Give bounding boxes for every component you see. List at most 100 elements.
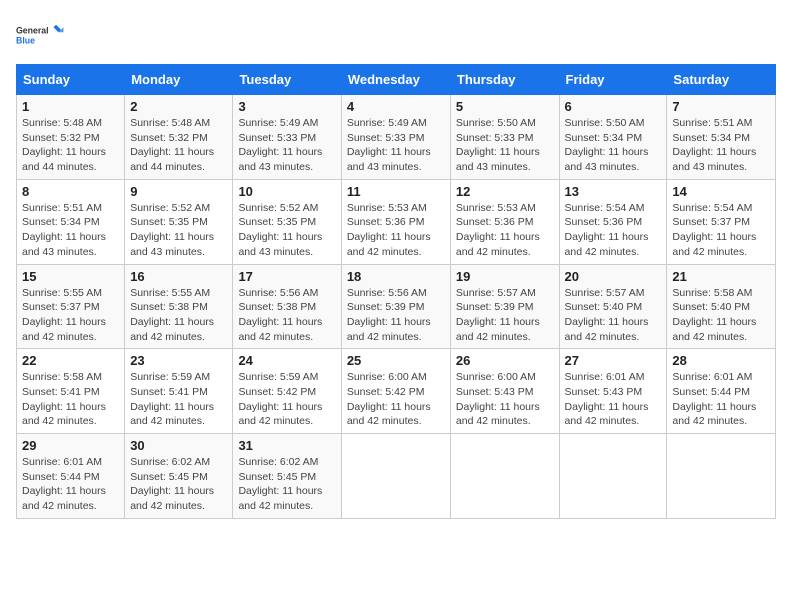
col-header-monday: Monday — [125, 65, 233, 95]
day-number: 28 — [672, 353, 770, 368]
day-detail: Sunrise: 5:49 AM Sunset: 5:33 PM Dayligh… — [238, 116, 335, 175]
svg-text:General: General — [16, 26, 49, 36]
day-cell: 24 Sunrise: 5:59 AM Sunset: 5:42 PM Dayl… — [233, 349, 341, 434]
day-cell: 22 Sunrise: 5:58 AM Sunset: 5:41 PM Dayl… — [17, 349, 125, 434]
day-detail: Sunrise: 5:51 AM Sunset: 5:34 PM Dayligh… — [672, 116, 770, 175]
day-number: 13 — [565, 184, 662, 199]
col-header-thursday: Thursday — [450, 65, 559, 95]
day-detail: Sunrise: 6:00 AM Sunset: 5:42 PM Dayligh… — [347, 370, 445, 429]
day-number: 9 — [130, 184, 227, 199]
col-header-wednesday: Wednesday — [341, 65, 450, 95]
day-cell: 12 Sunrise: 5:53 AM Sunset: 5:36 PM Dayl… — [450, 179, 559, 264]
header-row: SundayMondayTuesdayWednesdayThursdayFrid… — [17, 65, 776, 95]
day-number: 27 — [565, 353, 662, 368]
day-detail: Sunrise: 5:48 AM Sunset: 5:32 PM Dayligh… — [22, 116, 119, 175]
day-cell: 25 Sunrise: 6:00 AM Sunset: 5:42 PM Dayl… — [341, 349, 450, 434]
day-cell: 29 Sunrise: 6:01 AM Sunset: 5:44 PM Dayl… — [17, 434, 125, 519]
day-cell — [341, 434, 450, 519]
day-number: 4 — [347, 99, 445, 114]
day-cell — [667, 434, 776, 519]
day-number: 29 — [22, 438, 119, 453]
day-detail: Sunrise: 6:01 AM Sunset: 5:43 PM Dayligh… — [565, 370, 662, 429]
day-cell — [450, 434, 559, 519]
day-detail: Sunrise: 5:55 AM Sunset: 5:37 PM Dayligh… — [22, 286, 119, 345]
day-detail: Sunrise: 5:57 AM Sunset: 5:40 PM Dayligh… — [565, 286, 662, 345]
day-detail: Sunrise: 5:48 AM Sunset: 5:32 PM Dayligh… — [130, 116, 227, 175]
day-detail: Sunrise: 5:54 AM Sunset: 5:36 PM Dayligh… — [565, 201, 662, 260]
day-detail: Sunrise: 5:49 AM Sunset: 5:33 PM Dayligh… — [347, 116, 445, 175]
day-cell: 20 Sunrise: 5:57 AM Sunset: 5:40 PM Dayl… — [559, 264, 667, 349]
day-number: 26 — [456, 353, 554, 368]
day-detail: Sunrise: 5:58 AM Sunset: 5:40 PM Dayligh… — [672, 286, 770, 345]
day-detail: Sunrise: 6:01 AM Sunset: 5:44 PM Dayligh… — [22, 455, 119, 514]
col-header-friday: Friday — [559, 65, 667, 95]
week-row-4: 22 Sunrise: 5:58 AM Sunset: 5:41 PM Dayl… — [17, 349, 776, 434]
day-cell: 27 Sunrise: 6:01 AM Sunset: 5:43 PM Dayl… — [559, 349, 667, 434]
day-cell: 14 Sunrise: 5:54 AM Sunset: 5:37 PM Dayl… — [667, 179, 776, 264]
day-cell: 30 Sunrise: 6:02 AM Sunset: 5:45 PM Dayl… — [125, 434, 233, 519]
day-number: 3 — [238, 99, 335, 114]
day-number: 1 — [22, 99, 119, 114]
day-detail: Sunrise: 5:56 AM Sunset: 5:38 PM Dayligh… — [238, 286, 335, 345]
calendar-table: SundayMondayTuesdayWednesdayThursdayFrid… — [16, 64, 776, 519]
day-number: 18 — [347, 269, 445, 284]
day-number: 25 — [347, 353, 445, 368]
day-detail: Sunrise: 5:53 AM Sunset: 5:36 PM Dayligh… — [456, 201, 554, 260]
day-number: 31 — [238, 438, 335, 453]
day-number: 6 — [565, 99, 662, 114]
day-number: 12 — [456, 184, 554, 199]
day-cell: 5 Sunrise: 5:50 AM Sunset: 5:33 PM Dayli… — [450, 95, 559, 180]
day-number: 17 — [238, 269, 335, 284]
day-cell: 3 Sunrise: 5:49 AM Sunset: 5:33 PM Dayli… — [233, 95, 341, 180]
day-number: 5 — [456, 99, 554, 114]
day-number: 10 — [238, 184, 335, 199]
svg-text:Blue: Blue — [16, 36, 35, 46]
week-row-3: 15 Sunrise: 5:55 AM Sunset: 5:37 PM Dayl… — [17, 264, 776, 349]
header: General Blue — [16, 16, 776, 56]
day-detail: Sunrise: 5:50 AM Sunset: 5:34 PM Dayligh… — [565, 116, 662, 175]
day-detail: Sunrise: 6:02 AM Sunset: 5:45 PM Dayligh… — [238, 455, 335, 514]
day-cell: 13 Sunrise: 5:54 AM Sunset: 5:36 PM Dayl… — [559, 179, 667, 264]
day-cell: 8 Sunrise: 5:51 AM Sunset: 5:34 PM Dayli… — [17, 179, 125, 264]
day-detail: Sunrise: 5:52 AM Sunset: 5:35 PM Dayligh… — [238, 201, 335, 260]
day-cell: 7 Sunrise: 5:51 AM Sunset: 5:34 PM Dayli… — [667, 95, 776, 180]
day-detail: Sunrise: 5:55 AM Sunset: 5:38 PM Dayligh… — [130, 286, 227, 345]
col-header-tuesday: Tuesday — [233, 65, 341, 95]
day-detail: Sunrise: 5:56 AM Sunset: 5:39 PM Dayligh… — [347, 286, 445, 345]
day-number: 30 — [130, 438, 227, 453]
col-header-sunday: Sunday — [17, 65, 125, 95]
day-detail: Sunrise: 5:50 AM Sunset: 5:33 PM Dayligh… — [456, 116, 554, 175]
day-number: 14 — [672, 184, 770, 199]
day-cell: 26 Sunrise: 6:00 AM Sunset: 5:43 PM Dayl… — [450, 349, 559, 434]
day-cell: 31 Sunrise: 6:02 AM Sunset: 5:45 PM Dayl… — [233, 434, 341, 519]
day-cell: 1 Sunrise: 5:48 AM Sunset: 5:32 PM Dayli… — [17, 95, 125, 180]
day-cell: 10 Sunrise: 5:52 AM Sunset: 5:35 PM Dayl… — [233, 179, 341, 264]
day-number: 24 — [238, 353, 335, 368]
week-row-2: 8 Sunrise: 5:51 AM Sunset: 5:34 PM Dayli… — [17, 179, 776, 264]
day-number: 16 — [130, 269, 227, 284]
day-cell — [559, 434, 667, 519]
day-cell: 18 Sunrise: 5:56 AM Sunset: 5:39 PM Dayl… — [341, 264, 450, 349]
day-cell: 16 Sunrise: 5:55 AM Sunset: 5:38 PM Dayl… — [125, 264, 233, 349]
day-number: 19 — [456, 269, 554, 284]
day-detail: Sunrise: 6:02 AM Sunset: 5:45 PM Dayligh… — [130, 455, 227, 514]
day-cell: 17 Sunrise: 5:56 AM Sunset: 5:38 PM Dayl… — [233, 264, 341, 349]
day-cell: 21 Sunrise: 5:58 AM Sunset: 5:40 PM Dayl… — [667, 264, 776, 349]
day-detail: Sunrise: 5:59 AM Sunset: 5:41 PM Dayligh… — [130, 370, 227, 429]
day-cell: 11 Sunrise: 5:53 AM Sunset: 5:36 PM Dayl… — [341, 179, 450, 264]
logo: General Blue — [16, 16, 66, 56]
day-detail: Sunrise: 5:59 AM Sunset: 5:42 PM Dayligh… — [238, 370, 335, 429]
day-number: 2 — [130, 99, 227, 114]
logo-svg: General Blue — [16, 16, 66, 56]
day-number: 11 — [347, 184, 445, 199]
day-detail: Sunrise: 5:57 AM Sunset: 5:39 PM Dayligh… — [456, 286, 554, 345]
day-detail: Sunrise: 6:00 AM Sunset: 5:43 PM Dayligh… — [456, 370, 554, 429]
day-detail: Sunrise: 5:54 AM Sunset: 5:37 PM Dayligh… — [672, 201, 770, 260]
day-cell: 9 Sunrise: 5:52 AM Sunset: 5:35 PM Dayli… — [125, 179, 233, 264]
day-cell: 23 Sunrise: 5:59 AM Sunset: 5:41 PM Dayl… — [125, 349, 233, 434]
day-number: 20 — [565, 269, 662, 284]
day-cell: 6 Sunrise: 5:50 AM Sunset: 5:34 PM Dayli… — [559, 95, 667, 180]
day-detail: Sunrise: 5:58 AM Sunset: 5:41 PM Dayligh… — [22, 370, 119, 429]
day-number: 22 — [22, 353, 119, 368]
day-detail: Sunrise: 5:52 AM Sunset: 5:35 PM Dayligh… — [130, 201, 227, 260]
